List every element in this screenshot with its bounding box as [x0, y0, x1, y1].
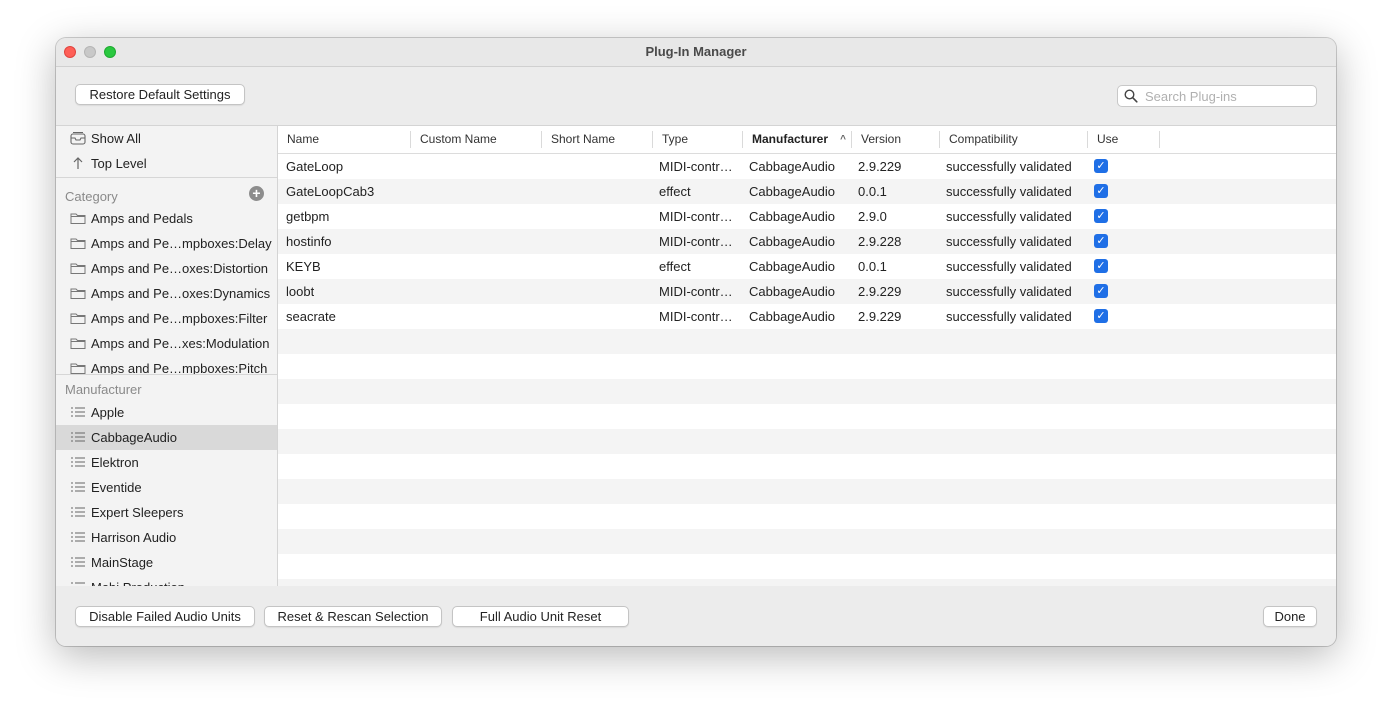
- window-title: Plug-In Manager: [645, 44, 747, 59]
- manufacturer-item[interactable]: Elektron: [56, 450, 277, 475]
- footer-bar: Disable Failed Audio Units Reset & Resca…: [56, 586, 1336, 646]
- sidebar-item-show-all[interactable]: Show All: [56, 126, 277, 151]
- disable-failed-audio-units-button[interactable]: Disable Failed Audio Units: [75, 606, 255, 627]
- empty-row: [278, 404, 1336, 429]
- column-header-type[interactable]: Type: [653, 126, 743, 153]
- sidebar-item-top-level[interactable]: Top Level: [56, 151, 277, 176]
- sidebar-divider: [56, 374, 277, 375]
- category-item[interactable]: Amps and Pe…mpboxes:Filter: [56, 306, 277, 331]
- folder-icon: [70, 363, 86, 374]
- list-icon: [71, 432, 85, 442]
- table-row[interactable]: seacrate MIDI-contr… CabbageAudio 2.9.22…: [278, 304, 1336, 329]
- list-icon: [71, 532, 85, 542]
- restore-default-settings-button[interactable]: Restore Default Settings: [75, 84, 245, 105]
- sidebar-item-label: Top Level: [91, 156, 147, 171]
- empty-row: [278, 429, 1336, 454]
- folder-icon: [70, 238, 86, 249]
- use-checkbox[interactable]: ✓: [1094, 159, 1108, 173]
- collection-icon: [70, 132, 86, 145]
- manufacturer-item[interactable]: Expert Sleepers: [56, 500, 277, 525]
- empty-row: [278, 579, 1336, 586]
- list-icon: [71, 507, 85, 517]
- table-row[interactable]: hostinfo MIDI-contr… CabbageAudio 2.9.22…: [278, 229, 1336, 254]
- list-icon: [71, 457, 85, 467]
- table-header: Name Custom Name Short Name Type Manufac…: [278, 126, 1336, 154]
- list-icon: [71, 557, 85, 567]
- use-checkbox[interactable]: ✓: [1094, 284, 1108, 298]
- reset-rescan-selection-button[interactable]: Reset & Rescan Selection: [264, 606, 442, 627]
- column-header-short-name[interactable]: Short Name: [542, 126, 653, 153]
- list-icon: [71, 407, 85, 417]
- table-row[interactable]: GateLoopCab3 effect CabbageAudio 0.0.1 s…: [278, 179, 1336, 204]
- manufacturer-item[interactable]: MainStage: [56, 550, 277, 575]
- search-input[interactable]: Search Plug-ins: [1145, 89, 1237, 104]
- manufacturer-item[interactable]: Mobi Production: [56, 575, 277, 586]
- category-item[interactable]: Amps and Pedals: [56, 206, 277, 231]
- full-audio-unit-reset-button[interactable]: Full Audio Unit Reset: [452, 606, 629, 627]
- folder-icon: [70, 213, 86, 224]
- use-checkbox[interactable]: ✓: [1094, 209, 1108, 223]
- manufacturer-item[interactable]: Harrison Audio: [56, 525, 277, 550]
- empty-row: [278, 329, 1336, 354]
- done-button[interactable]: Done: [1263, 606, 1317, 627]
- plus-icon: +: [252, 185, 261, 201]
- sidebar-item-label: Show All: [91, 131, 141, 146]
- column-header-manufacturer[interactable]: Manufacturer ^: [743, 126, 852, 153]
- use-checkbox[interactable]: ✓: [1094, 184, 1108, 198]
- category-header: Category: [65, 189, 118, 204]
- empty-row: [278, 454, 1336, 479]
- category-item[interactable]: Amps and Pe…mpboxes:Delay: [56, 231, 277, 256]
- empty-row: [278, 479, 1336, 504]
- sidebar-divider: [56, 177, 277, 178]
- plugin-manager-window: Plug-In Manager Restore Default Settings…: [56, 38, 1336, 646]
- list-icon: [71, 482, 85, 492]
- sidebar: Show All Top Level Category + Amps and P…: [56, 125, 278, 586]
- folder-icon: [70, 263, 86, 274]
- plugin-table[interactable]: Name Custom Name Short Name Type Manufac…: [278, 125, 1336, 586]
- column-header-name[interactable]: Name: [278, 126, 411, 153]
- search-icon: [1124, 89, 1138, 103]
- category-list[interactable]: Amps and Pedals Amps and Pe…mpboxes:Dela…: [56, 206, 277, 374]
- title-bar[interactable]: Plug-In Manager: [56, 38, 1336, 67]
- folder-icon: [70, 338, 86, 349]
- use-checkbox[interactable]: ✓: [1094, 309, 1108, 323]
- category-item[interactable]: Amps and Pe…oxes:Distortion: [56, 256, 277, 281]
- manufacturer-item[interactable]: Apple: [56, 400, 277, 425]
- column-header-use[interactable]: Use: [1088, 126, 1160, 153]
- category-item[interactable]: Amps and Pe…mpboxes:Pitch: [56, 356, 277, 374]
- empty-row: [278, 504, 1336, 529]
- use-checkbox[interactable]: ✓: [1094, 259, 1108, 273]
- category-item[interactable]: Amps and Pe…oxes:Dynamics: [56, 281, 277, 306]
- table-row[interactable]: KEYB effect CabbageAudio 0.0.1 successfu…: [278, 254, 1336, 279]
- column-header-version[interactable]: Version: [852, 126, 940, 153]
- sort-ascending-icon: ^: [840, 134, 846, 145]
- empty-row: [278, 354, 1336, 379]
- manufacturer-item-selected[interactable]: CabbageAudio: [56, 425, 277, 450]
- arrow-up-icon: [73, 157, 83, 169]
- column-header-compatibility[interactable]: Compatibility: [940, 126, 1088, 153]
- manufacturer-header: Manufacturer: [65, 382, 142, 397]
- folder-icon: [70, 288, 86, 299]
- search-field[interactable]: Search Plug-ins: [1117, 85, 1317, 107]
- empty-row: [278, 379, 1336, 404]
- category-item[interactable]: Amps and Pe…xes:Modulation: [56, 331, 277, 356]
- add-category-button[interactable]: +: [249, 186, 264, 201]
- table-row[interactable]: GateLoop MIDI-contr… CabbageAudio 2.9.22…: [278, 154, 1336, 179]
- empty-row: [278, 529, 1336, 554]
- table-row[interactable]: getbpm MIDI-contr… CabbageAudio 2.9.0 su…: [278, 204, 1336, 229]
- manufacturer-item[interactable]: Eventide: [56, 475, 277, 500]
- manufacturer-list[interactable]: Apple CabbageAudio Elektron Eventide Exp…: [56, 400, 277, 586]
- folder-icon: [70, 313, 86, 324]
- use-checkbox[interactable]: ✓: [1094, 234, 1108, 248]
- empty-row: [278, 554, 1336, 579]
- table-row[interactable]: loobt MIDI-contr… CabbageAudio 2.9.229 s…: [278, 279, 1336, 304]
- column-header-custom-name[interactable]: Custom Name: [411, 126, 542, 153]
